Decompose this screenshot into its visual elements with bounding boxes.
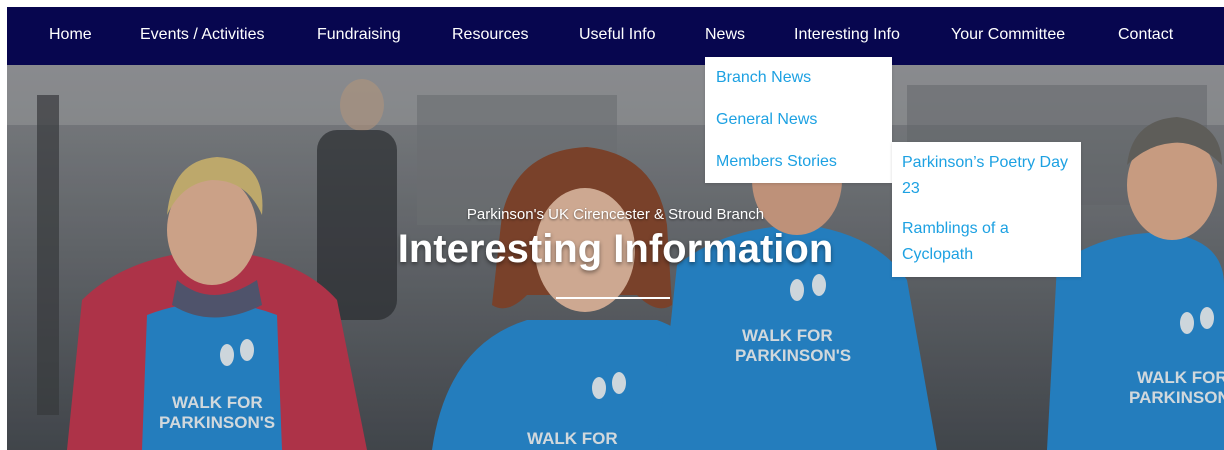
main-navigation: Home Events / Activities Fundraising Res… <box>7 7 1224 65</box>
nav-contact[interactable]: Contact <box>1118 7 1173 65</box>
menu-item-members-stories[interactable]: Members Stories <box>716 153 837 171</box>
nav-home[interactable]: Home <box>49 7 92 65</box>
nav-useful-info[interactable]: Useful Info <box>579 7 655 65</box>
members-stories-submenu: Parkinson’s Poetry Day 23 Ramblings of a… <box>892 142 1081 277</box>
nav-resources[interactable]: Resources <box>452 7 528 65</box>
submenu-item-poetry-day[interactable]: Parkinson’s Poetry Day 23 <box>902 150 1080 202</box>
submenu-item-ramblings[interactable]: Ramblings of a Cyclopath <box>902 216 1080 268</box>
menu-item-branch-news[interactable]: Branch News <box>716 69 811 87</box>
title-divider <box>556 297 670 299</box>
nav-events-activities[interactable]: Events / Activities <box>140 7 265 65</box>
news-dropdown-menu: Branch News General News Members Stories <box>705 57 892 183</box>
menu-item-general-news[interactable]: General News <box>716 111 817 129</box>
nav-your-committee[interactable]: Your Committee <box>951 7 1065 65</box>
nav-fundraising[interactable]: Fundraising <box>317 7 401 65</box>
